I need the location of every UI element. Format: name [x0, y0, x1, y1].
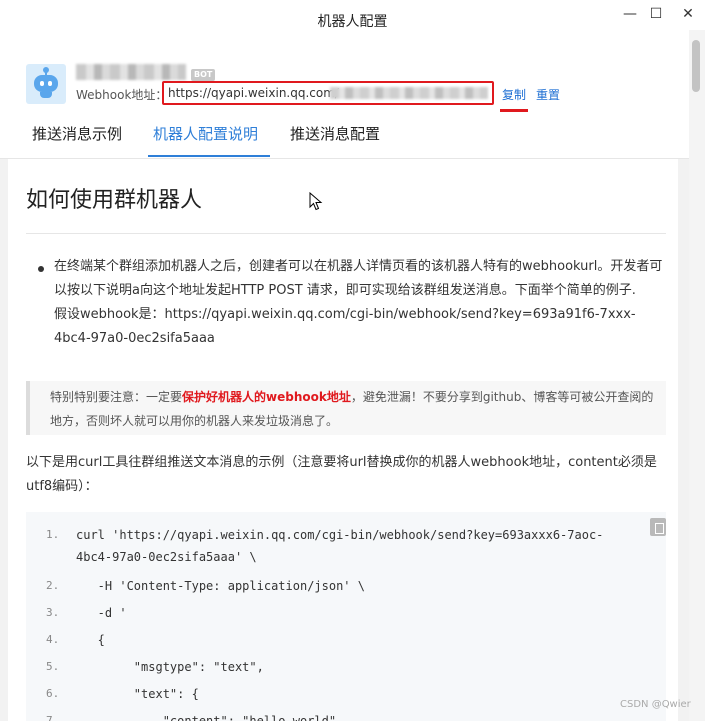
scrollbar-track[interactable]	[689, 30, 705, 721]
bot-badge: BOT	[191, 69, 216, 81]
code-line-number: 7.	[46, 714, 60, 721]
robot-eye-right	[48, 81, 52, 86]
code-line-number: 5.	[46, 660, 60, 673]
tab-robot-config-guide[interactable]: 机器人配置说明	[153, 123, 258, 144]
robot-name-blurred	[76, 64, 186, 80]
warning-prefix: 特别特别要注意：一定要	[50, 390, 183, 404]
scrollbar-thumb[interactable]	[692, 40, 700, 92]
reset-button[interactable]: 重置	[536, 86, 560, 103]
code-line-text: "content": "hello world"	[76, 714, 337, 721]
tab-push-message-config[interactable]: 推送消息配置	[290, 123, 380, 144]
watermark: CSDN @Qwier	[620, 699, 691, 710]
code-line-number: 6.	[46, 687, 60, 700]
code-line-text: 4bc4-97a0-0ec2sifa5aaa' \	[76, 550, 257, 564]
copy-code-icon[interactable]	[650, 518, 666, 536]
code-line-text: "msgtype": "text",	[76, 660, 264, 674]
code-line-text: {	[76, 633, 105, 647]
webhook-url-highlight-box	[162, 81, 494, 105]
warning-text: 特别特别要注意：一定要保护好机器人的webhook地址，避免泄漏！不要分享到gi…	[50, 385, 662, 433]
robot-body	[40, 92, 52, 98]
description-text: 在终端某个群组添加机器人之后，创建者可以在机器人详情页看的该机器人特有的webh…	[54, 259, 663, 298]
title-bar: 机器人配置 — ☐ ✕	[0, 0, 705, 42]
code-line-text: "text": {	[76, 687, 199, 701]
copy-button[interactable]: 复制	[502, 86, 526, 103]
robot-icon	[34, 75, 58, 92]
maximize-button[interactable]: ☐	[643, 4, 669, 24]
minimize-button[interactable]: —	[617, 4, 643, 24]
webhook-label: Webhook地址：	[76, 88, 168, 102]
warning-highlight: 保护好机器人的webhook地址	[182, 390, 351, 404]
code-line-number: 4.	[46, 633, 60, 646]
robot-avatar	[26, 64, 66, 104]
close-button[interactable]: ✕	[675, 4, 701, 24]
window-title: 机器人配置	[317, 14, 388, 30]
code-line-number: 3.	[46, 606, 60, 619]
code-line-number: 2.	[46, 579, 60, 592]
code-line-text: -H 'Content-Type: application/json' \	[76, 579, 365, 593]
copy-underline-annotation	[500, 109, 528, 112]
code-line-text: curl 'https://qyapi.weixin.qq.com/cgi-bi…	[76, 528, 604, 542]
guide-document: 如何使用群机器人 在终端某个群组添加机器人之后，创建者可以在机器人详情页看的该机…	[8, 159, 678, 721]
mouse-cursor-icon	[309, 192, 323, 211]
code-line-text: -d '	[76, 606, 127, 620]
curl-intro-text: 以下是用curl工具往群组推送文本消息的示例（注意要将url替换成你的机器人we…	[26, 455, 657, 494]
bullet-icon	[38, 266, 44, 272]
tab-push-message-example[interactable]: 推送消息示例	[32, 123, 122, 144]
description-paragraph: 在终端某个群组添加机器人之后，创建者可以在机器人详情页看的该机器人特有的webh…	[54, 255, 670, 351]
code-line-number: 1.	[46, 528, 60, 541]
page-title: 如何使用群机器人	[26, 188, 203, 213]
code-block: 1. curl 'https://qyapi.weixin.qq.com/cgi-…	[26, 512, 666, 721]
robot-config-window: 机器人配置 — ☐ ✕ BOT Webhook地址： https://qyapi…	[0, 0, 705, 721]
heading-divider	[26, 233, 666, 234]
example-webhook-text: 假设webhook是：https://qyapi.weixin.qq.com/c…	[54, 307, 636, 346]
robot-eye-left	[40, 81, 44, 86]
active-tab-indicator	[148, 155, 270, 157]
warning-quote: 特别特别要注意：一定要保护好机器人的webhook地址，避免泄漏！不要分享到gi…	[26, 381, 666, 435]
